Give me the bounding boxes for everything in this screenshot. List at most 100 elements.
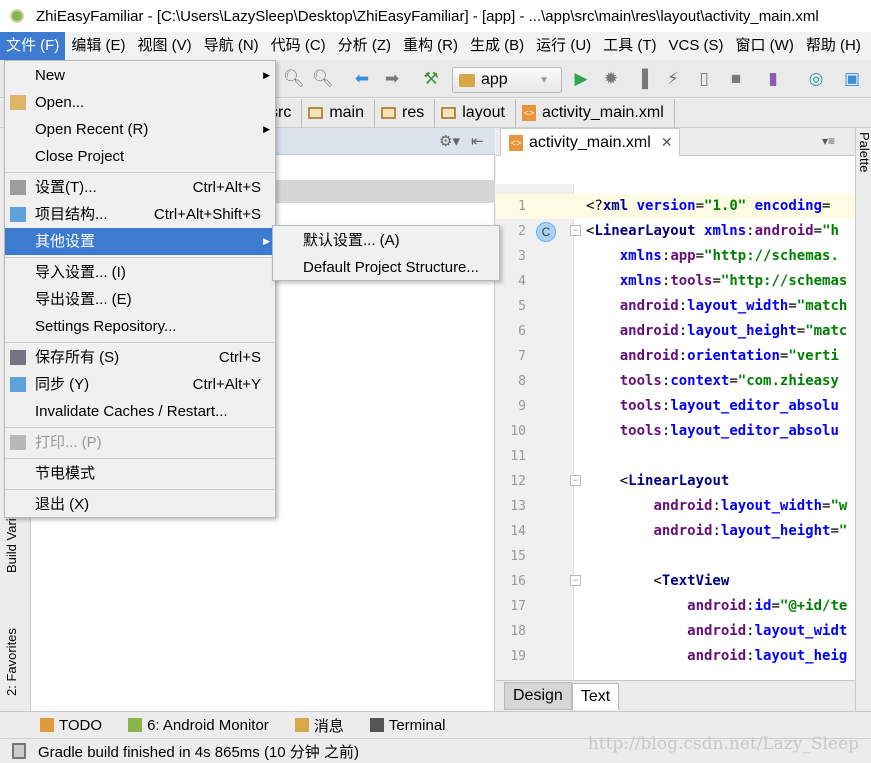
file-menu-item[interactable]: 节电模式 [5, 460, 275, 487]
tab-list-icon[interactable]: ▾≡ [822, 134, 835, 148]
breadcrumb-item[interactable]: main [308, 98, 376, 128]
file-menu-item[interactable]: 打印... (P) [5, 429, 275, 456]
build-hammer-icon[interactable]: ⚒ [421, 69, 441, 89]
file-menu-item[interactable]: Settings Repository... [5, 313, 275, 340]
menu-item-label: 退出 (X) [35, 496, 90, 513]
fold-marker-icon[interactable]: − [570, 475, 581, 486]
menu-2[interactable]: 视图 (V) [132, 32, 198, 60]
forward-icon[interactable]: ➡ [382, 69, 402, 89]
breadcrumb-label: res [402, 104, 425, 121]
file-menu-item[interactable]: Open... [5, 89, 275, 116]
menu-4[interactable]: 代码 (C) [265, 32, 332, 60]
android-studio-logo-icon [10, 9, 24, 23]
menu-item-label: 导入设置... (I) [35, 264, 126, 281]
menu-3[interactable]: 导航 (N) [198, 32, 265, 60]
profile-icon[interactable]: ▐ [632, 69, 652, 89]
code-token: "match [796, 298, 848, 314]
file-menu-item[interactable]: 设置(T)... Ctrl+Alt+S [5, 174, 275, 201]
code-token: <? [586, 198, 603, 214]
other-settings-submenu: 默认设置... (A) Default Project Structure... [272, 225, 500, 281]
status-toggle-icon[interactable] [12, 743, 26, 759]
run-icon[interactable]: ▶ [571, 69, 591, 89]
tool-window-android-monitor[interactable]: 6: Android Monitor [128, 717, 269, 734]
fold-marker-icon[interactable]: − [570, 575, 581, 586]
menu-12[interactable]: 帮助 (H) [800, 32, 867, 60]
stop-icon[interactable]: ■ [726, 69, 746, 89]
editor-mode-tabs: Design Text [496, 680, 855, 711]
file-menu-item[interactable]: 同步 (Y) Ctrl+Alt+Y [5, 371, 275, 398]
file-menu-item[interactable]: New ▶ [5, 62, 275, 89]
palette-tab[interactable]: Palette [857, 132, 871, 172]
debug-icon[interactable]: ✹ [601, 69, 621, 89]
xml-file-icon: <> [509, 134, 523, 151]
line-number: 12 [510, 474, 526, 489]
favorites-tab[interactable]: 2: Favorites [4, 628, 19, 696]
code-token: LinearLayout [628, 473, 730, 489]
module-icon [459, 73, 475, 87]
back-icon[interactable]: ⬅ [352, 69, 372, 89]
file-menu-item[interactable]: Close Project [5, 143, 275, 170]
file-menu-item[interactable]: Invalidate Caches / Restart... [5, 398, 275, 425]
submenu-item[interactable]: Default Project Structure... [273, 254, 499, 281]
file-menu-item[interactable]: 其他设置 ▶ [5, 228, 275, 255]
file-menu-item[interactable]: 保存所有 (S) Ctrl+S [5, 344, 275, 371]
menu-5[interactable]: 分析 (Z) [332, 32, 397, 60]
code-token: : [712, 498, 721, 514]
file-menu-item[interactable]: 退出 (X) [5, 491, 275, 518]
code-line: 12 <LinearLayout [496, 469, 855, 494]
tool-window-messages[interactable]: 消息 [294, 715, 344, 736]
code-token: layout_height [720, 523, 831, 539]
menu-item-label: Open... [35, 94, 85, 111]
close-icon[interactable]: ✕ [661, 134, 673, 151]
tool-window-todo[interactable]: TODO [40, 717, 102, 734]
menu-8[interactable]: 运行 (U) [530, 32, 597, 60]
find-icon[interactable]: 🔍︎ [283, 69, 305, 89]
menu-item-label: New [35, 67, 66, 84]
menu-item-label: 同步 (Y) [35, 376, 90, 393]
breadcrumb-item[interactable]: <> activity_main.xml [521, 98, 675, 128]
tool-window-terminal[interactable]: Terminal [369, 717, 446, 734]
menu-11[interactable]: 窗口 (W) [730, 32, 800, 60]
code-token: = [695, 248, 705, 264]
menu-7[interactable]: 生成 (B) [464, 32, 530, 60]
code-area[interactable]: 1 <?xml version="1.0" encoding= 2 <LinearLa… [496, 194, 855, 680]
sync-gradle-icon[interactable]: ◎ [806, 69, 826, 89]
menu-1[interactable]: 编辑 (E) [65, 32, 131, 60]
fold-marker-icon[interactable]: − [570, 225, 581, 236]
file-menu-item[interactable]: Open Recent (R) ▶ [5, 116, 275, 143]
tab-design[interactable]: Design [504, 682, 572, 710]
file-menu-item[interactable]: 导出设置... (E) [5, 286, 275, 313]
gear-icon[interactable]: ⚙▾ [439, 132, 460, 150]
file-menu-item[interactable]: 导入设置... (I) [5, 259, 275, 286]
tab-text[interactable]: Text [571, 682, 620, 710]
code-token: version [636, 198, 696, 214]
file-menu-item[interactable]: 项目结构... Ctrl+Alt+Shift+S [5, 201, 275, 228]
menu-bar: 文件 (F) 编辑 (E) 视图 (V) 导航 (N) 代码 (C) 分析 (Z) 重构 (… [0, 32, 871, 60]
menu-6[interactable]: 重构 (R) [397, 32, 464, 60]
hide-panel-icon[interactable]: ⇤ [471, 132, 484, 150]
attach-debugger-icon[interactable]: ▯ [694, 69, 714, 89]
menu-9[interactable]: 工具 (T) [597, 32, 662, 60]
run-config-select[interactable]: app ▼ [452, 67, 562, 93]
code-token: " [838, 523, 848, 539]
code-token: = [813, 223, 823, 239]
code-token: < [586, 573, 662, 589]
apply-changes-icon[interactable]: ⚡ [663, 69, 683, 89]
breadcrumb-item[interactable]: layout [441, 98, 516, 128]
breadcrumb-item[interactable]: res [381, 98, 436, 128]
menu-10[interactable]: VCS (S) [663, 32, 730, 60]
avd-manager-icon[interactable]: ▮ [763, 69, 783, 89]
submenu-item[interactable]: 默认设置... (A) [273, 227, 499, 254]
replace-icon[interactable]: 🔍︎ [312, 69, 334, 89]
editor-tabs: <> activity_main.xml ✕ ▾≡ [496, 128, 855, 156]
project-structure-icon[interactable]: ▣ [842, 69, 862, 89]
code-token: layout_heig [754, 648, 848, 664]
class-badge-icon[interactable]: C [536, 222, 556, 242]
tab-activity-main-xml[interactable]: <> activity_main.xml ✕ [500, 128, 680, 156]
menu-0[interactable]: 文件 (F) [0, 32, 66, 60]
android-monitor-icon [128, 718, 143, 732]
